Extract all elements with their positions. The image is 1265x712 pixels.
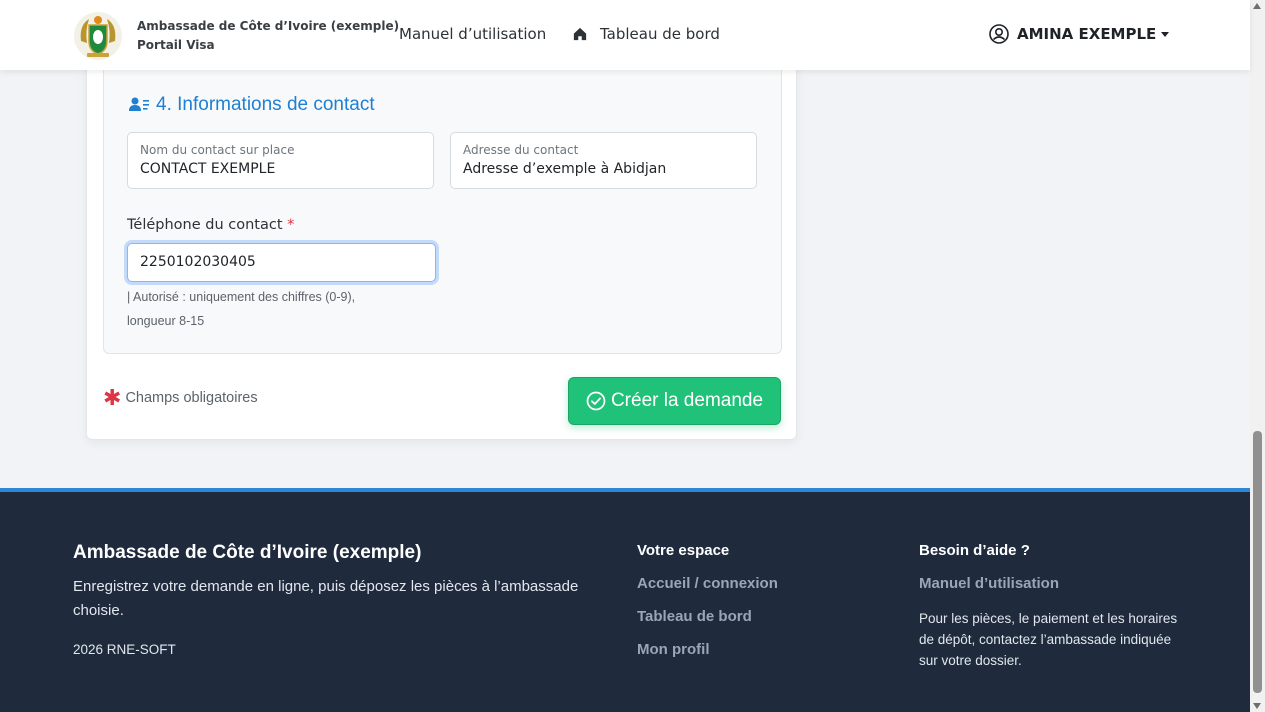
contact-name-label: Nom du contact sur place	[140, 143, 295, 157]
section-title: 4. Informations de contact	[128, 94, 375, 116]
phone-input[interactable]: 2250102030405	[127, 243, 436, 282]
contact-name-value: CONTACT EXEMPLE	[140, 161, 276, 177]
brand-subtitle: Portail Visa	[137, 38, 215, 52]
phone-help-text: | Autorisé : uniquement des chiffres (0-…	[127, 290, 356, 328]
required-fields-text: Champs obligatoires	[125, 390, 258, 406]
visa-form-card: 4. Informations de contact Nom du contac…	[86, 50, 797, 440]
footer-link-profile[interactable]: Mon profil	[637, 641, 778, 658]
phone-label: Téléphone du contact *	[127, 217, 294, 233]
contact-address-field[interactable]: Adresse du contact Adresse d’exemple à A…	[450, 132, 757, 189]
address-card-icon	[129, 97, 149, 111]
contact-info-section: 4. Informations de contact Nom du contac…	[103, 51, 782, 354]
footer-link-home-login[interactable]: Accueil / connexion	[637, 575, 778, 592]
footer-help-text: Pour les pièces, le paiement et les hora…	[919, 611, 1178, 668]
nav-dashboard-link[interactable]: Tableau de bord	[573, 25, 720, 43]
phone-label-text: Téléphone du contact	[127, 217, 283, 233]
brand-title: Ambassade de Côte d’Ivoire (exemple)	[137, 19, 400, 33]
home-icon	[573, 27, 587, 41]
create-request-button[interactable]: Créer la demande	[568, 377, 781, 425]
contact-address-label: Adresse du contact	[463, 143, 579, 157]
contact-name-field[interactable]: Nom du contact sur place CONTACT EXEMPLE	[127, 132, 434, 189]
footer-help-heading: Besoin d’aide ?	[919, 542, 1030, 559]
user-menu-toggle[interactable]: AMINA EXEMPLE	[989, 24, 1170, 44]
footer-copyright: 2026 RNE-SOFT	[73, 642, 176, 657]
asterisk-icon: ✱	[103, 385, 122, 410]
page-scrollbar[interactable]	[1250, 0, 1265, 712]
footer-help-column: Besoin d’aide ? Manuel d’utilisation Pou…	[919, 542, 1189, 671]
scroll-up-arrow-icon[interactable]	[1253, 3, 1261, 9]
nav-dashboard-label: Tableau de bord	[600, 25, 720, 43]
chevron-down-icon	[1161, 32, 1170, 37]
section-title-text: 4. Informations de contact	[156, 94, 375, 115]
footer-title: Ambassade de Côte d’Ivoire (exemple)	[73, 542, 422, 563]
nav-manual-link[interactable]: Manuel d’utilisation	[399, 25, 546, 43]
create-request-label: Créer la demande	[610, 390, 764, 411]
contact-address-value: Adresse d’exemple à Abidjan	[463, 161, 667, 177]
footer-link-dashboard[interactable]: Tableau de bord	[637, 608, 778, 625]
top-navbar: Ambassade de Côte d’Ivoire (exemple) Por…	[0, 0, 1250, 70]
required-marker: *	[287, 217, 295, 233]
scrollbar-thumb[interactable]	[1253, 431, 1262, 693]
check-circle-icon	[586, 391, 606, 411]
footer-description: Enregistrez votre demande en ligne, puis…	[73, 578, 579, 619]
user-circle-icon	[989, 24, 1009, 44]
embassy-logo	[73, 11, 123, 61]
footer-link-manual[interactable]: Manuel d’utilisation	[919, 575, 1189, 592]
scroll-down-arrow-icon[interactable]	[1253, 703, 1261, 709]
brand[interactable]: Ambassade de Côte d’Ivoire (exemple) Por…	[73, 11, 399, 61]
required-fields-note: ✱ Champs obligatoires	[103, 385, 258, 410]
footer-space-heading: Votre espace	[637, 542, 730, 559]
site-footer: Ambassade de Côte d’Ivoire (exemple) Enr…	[0, 488, 1250, 712]
user-name: AMINA EXEMPLE	[1017, 25, 1157, 43]
footer-space-column: Votre espace Accueil / connexion Tableau…	[637, 542, 778, 658]
